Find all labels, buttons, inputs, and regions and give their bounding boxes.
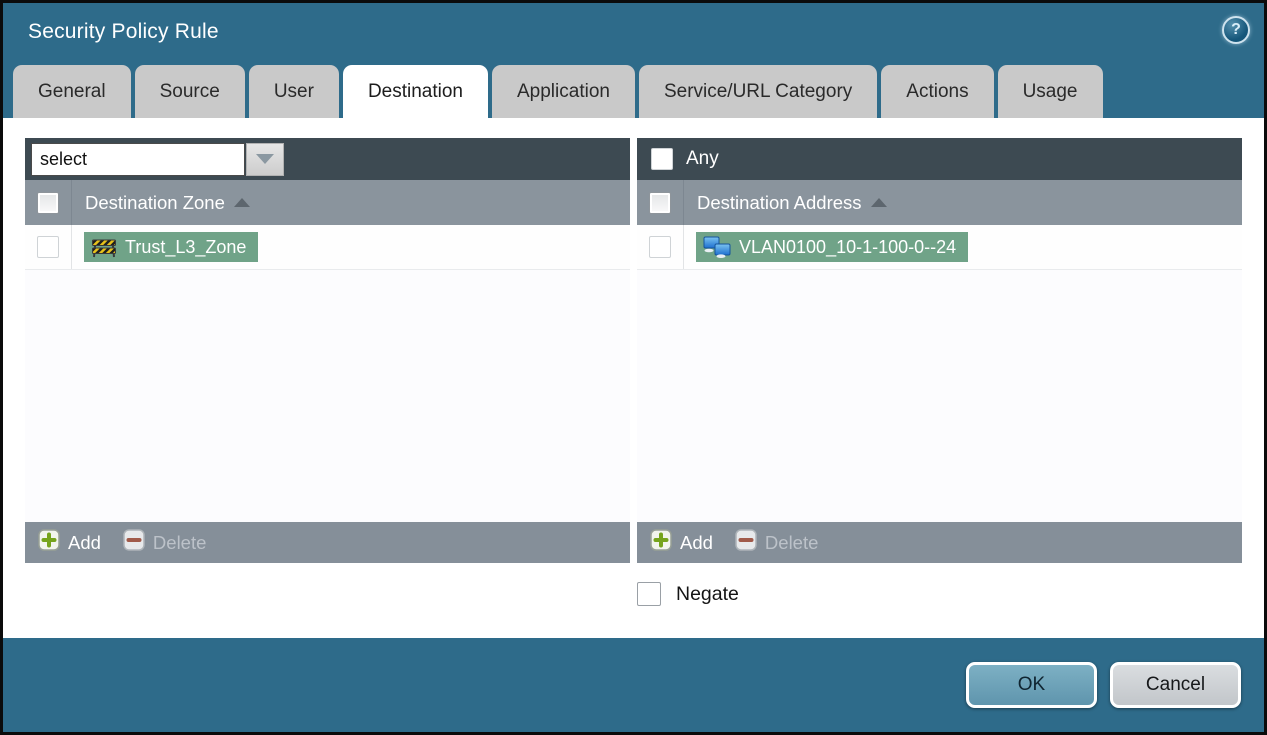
zone-toolbar: Add Delete xyxy=(25,522,630,563)
tab-actions[interactable]: Actions xyxy=(881,65,994,118)
address-add-label: Add xyxy=(680,531,713,553)
zone-list: Trust_L3_Zone xyxy=(25,225,630,522)
cancel-button[interactable]: Cancel xyxy=(1110,662,1241,708)
zone-select-dropdown-button[interactable] xyxy=(246,142,284,176)
zone-column-header: Destination Zone xyxy=(25,180,630,225)
address-delete-label: Delete xyxy=(764,531,819,553)
chevron-down-icon xyxy=(256,154,274,164)
zone-add-label: Add xyxy=(68,531,101,553)
tab-source[interactable]: Source xyxy=(134,65,245,118)
delete-icon xyxy=(735,529,757,556)
delete-icon xyxy=(123,529,145,556)
zone-delete-label: Delete xyxy=(152,531,207,553)
dialog-footer: OK Cancel xyxy=(3,638,1264,732)
zone-column-title[interactable]: Destination Zone xyxy=(85,192,225,214)
help-icon[interactable]: ? xyxy=(1222,16,1250,44)
address-row-checkbox[interactable] xyxy=(649,236,671,258)
table-row: VLAN0100_10-1-100-0--24 xyxy=(637,225,1242,270)
help-glyph: ? xyxy=(1231,21,1241,38)
ok-button[interactable]: OK xyxy=(966,662,1097,708)
address-column-title[interactable]: Destination Address xyxy=(697,192,862,214)
tab-usage[interactable]: Usage xyxy=(997,65,1103,118)
zone-entry[interactable]: Trust_L3_Zone xyxy=(84,232,259,262)
negate-option: Negate xyxy=(637,582,1245,606)
negate-label: Negate xyxy=(676,582,739,605)
zone-row-checkbox[interactable] xyxy=(37,236,59,258)
tab-bar: General Source User Destination Applicat… xyxy=(3,61,1264,118)
zone-select-bar xyxy=(25,138,630,180)
zone-delete-button[interactable]: Delete xyxy=(123,529,206,556)
address-column-header: Destination Address xyxy=(637,180,1242,225)
security-policy-rule-dialog: Security Policy Rule ? General Source Us… xyxy=(0,0,1267,735)
tab-application[interactable]: Application xyxy=(492,65,635,118)
address-add-button[interactable]: Add xyxy=(650,529,713,556)
address-list: VLAN0100_10-1-100-0--24 xyxy=(637,225,1242,522)
zone-select-all-checkbox[interactable] xyxy=(37,191,59,214)
zone-icon xyxy=(91,236,117,258)
tab-general[interactable]: General xyxy=(13,65,131,118)
address-delete-button[interactable]: Delete xyxy=(735,529,818,556)
zone-entry-label: Trust_L3_Zone xyxy=(125,236,247,257)
title-bar: Security Policy Rule ? xyxy=(3,3,1264,61)
zone-add-button[interactable]: Add xyxy=(38,529,101,556)
table-row: Trust_L3_Zone xyxy=(25,225,630,270)
destination-zone-panel: Destination Zone xyxy=(25,138,630,563)
sort-ascending-icon[interactable] xyxy=(233,198,250,207)
any-label: Any xyxy=(686,148,719,169)
address-entry[interactable]: VLAN0100_10-1-100-0--24 xyxy=(696,232,969,262)
address-select-all-checkbox[interactable] xyxy=(649,191,671,214)
tab-user[interactable]: User xyxy=(248,65,339,118)
destination-tab-content: Destination Zone xyxy=(3,118,1264,638)
address-entry-label: VLAN0100_10-1-100-0--24 xyxy=(739,236,957,257)
destination-address-panel: Any Destination Address VLAN0100_10-1-10… xyxy=(637,138,1242,563)
any-bar: Any xyxy=(637,138,1242,180)
tab-destination[interactable]: Destination xyxy=(342,65,488,118)
sort-ascending-icon[interactable] xyxy=(870,198,887,207)
add-icon xyxy=(650,529,672,556)
dialog-title: Security Policy Rule xyxy=(28,20,219,43)
tab-service-url-category[interactable]: Service/URL Category xyxy=(638,65,878,118)
address-icon xyxy=(703,236,731,258)
zone-select-input[interactable] xyxy=(31,142,245,176)
negate-checkbox[interactable] xyxy=(637,582,661,606)
any-checkbox[interactable] xyxy=(651,148,673,170)
add-icon xyxy=(38,529,60,556)
address-toolbar: Add Delete xyxy=(637,522,1242,563)
